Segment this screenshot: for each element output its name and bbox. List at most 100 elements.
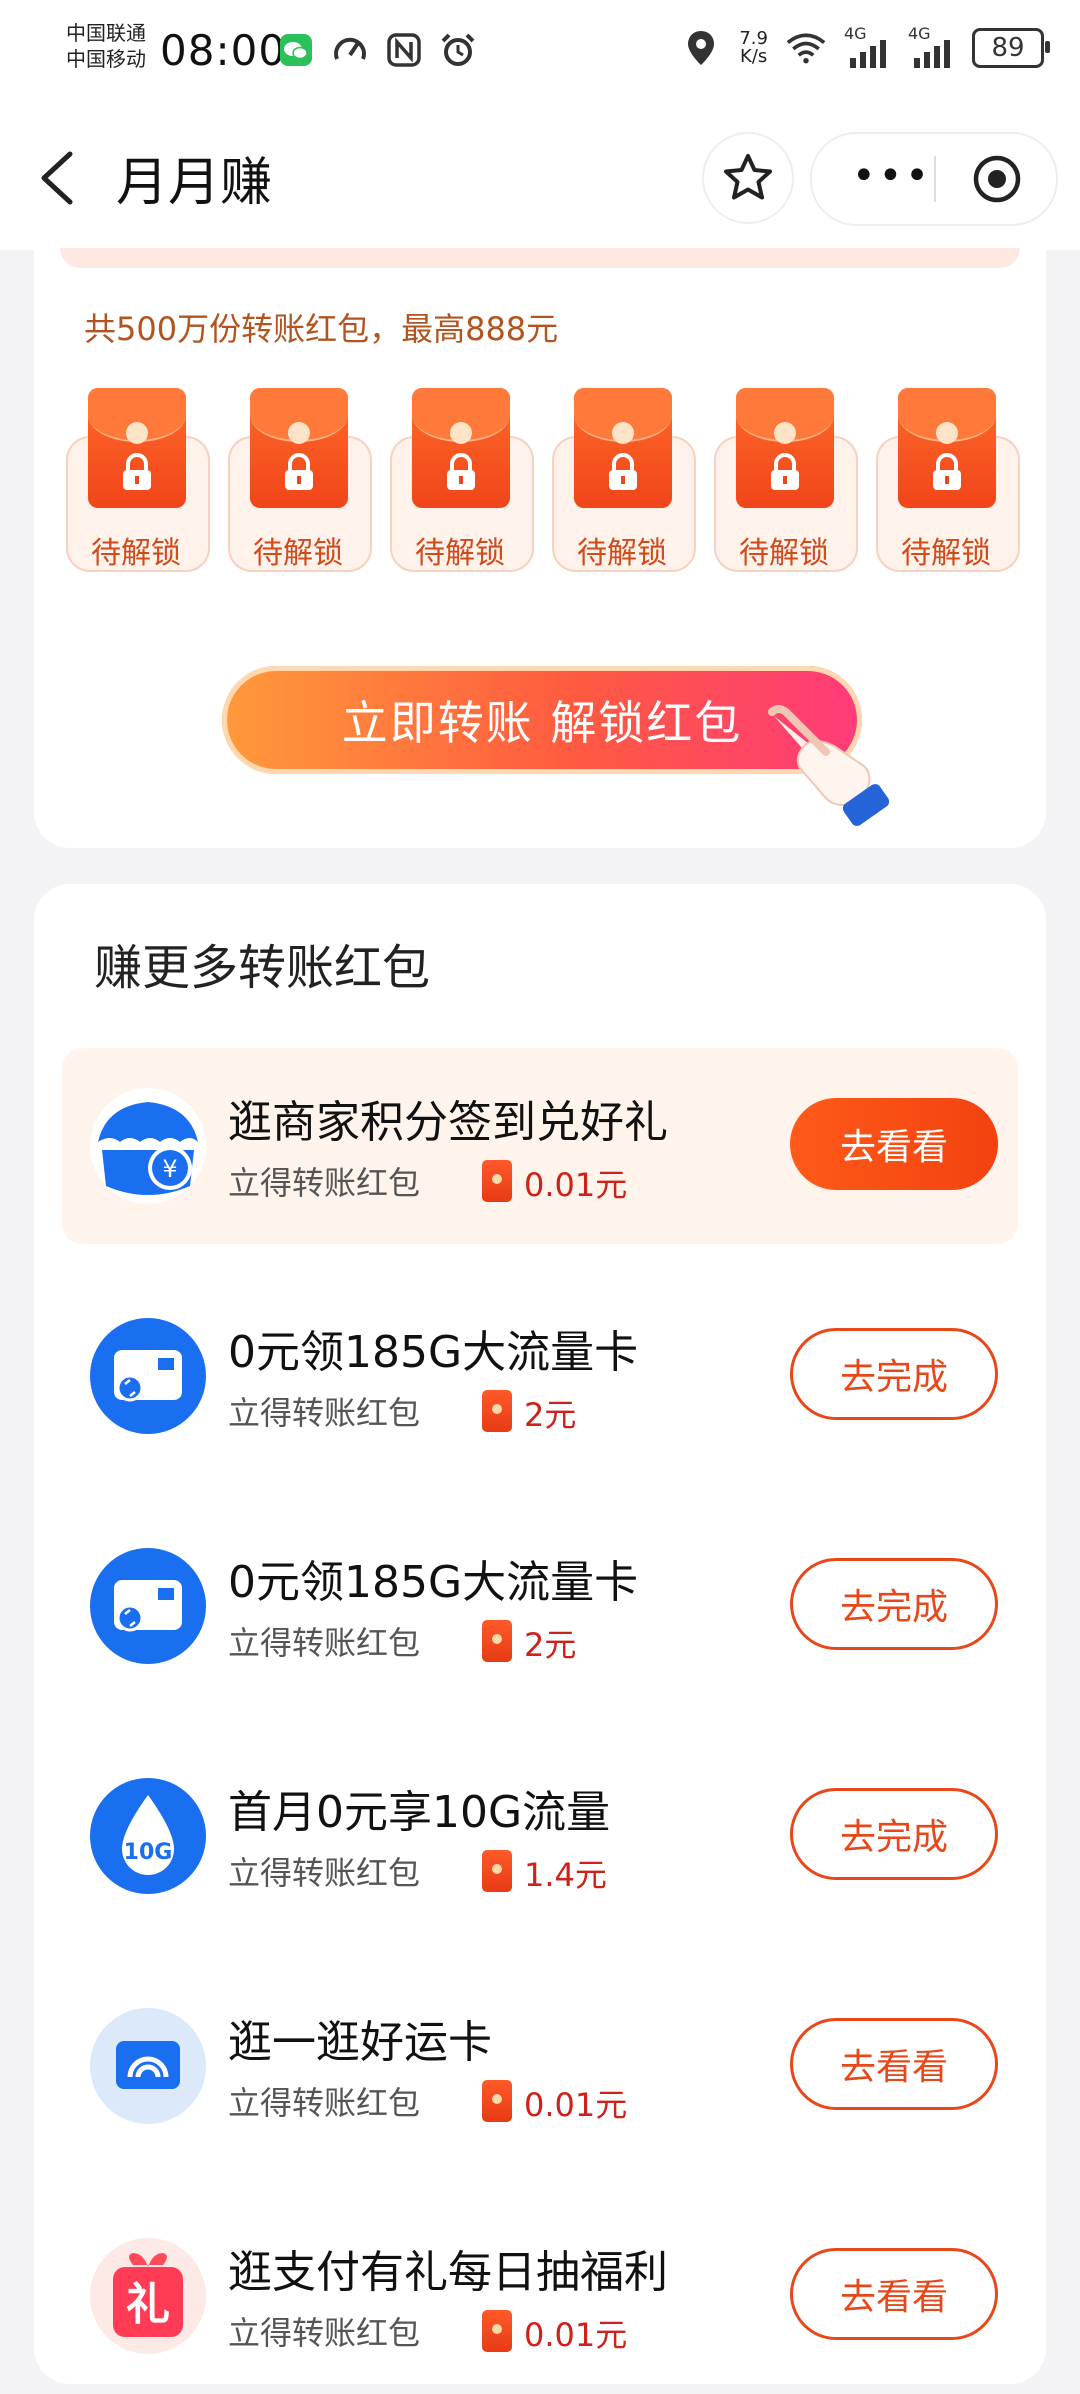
task-action-button[interactable]: 去看看 [790, 1098, 998, 1190]
packet-status-label: 待解锁 [739, 536, 829, 571]
locked-red-packet[interactable]: 待解锁 [714, 388, 858, 588]
favorite-button[interactable] [702, 132, 794, 224]
task-item: 0元领185G大流量卡 立得转账红包 2元 去完成 [62, 1508, 1018, 1704]
page-title: 月月赚 [116, 153, 273, 213]
task-item: 10G 首月0元享10G流量 立得转账红包 1.4元 去完成 [62, 1738, 1018, 1934]
lock-icon [609, 453, 637, 490]
close-miniprogram-button[interactable] [972, 154, 1022, 204]
signal-1-icon: 4G [844, 24, 890, 68]
red-packet-icon [482, 2310, 512, 2352]
locked-red-packet[interactable]: 待解锁 [66, 388, 210, 588]
task-subtitle: 立得转账红包 [228, 1394, 421, 1432]
wechat-icon [276, 30, 316, 70]
carrier-1: 中国联通 [66, 21, 146, 45]
gift-icon-label: 礼 [126, 2279, 170, 2330]
star-icon [724, 154, 772, 200]
lock-icon [123, 453, 151, 490]
capsule-divider [934, 156, 936, 202]
battery-indicator: 89 [972, 28, 1050, 68]
target-icon [973, 155, 1021, 203]
red-packet-icon [482, 1160, 512, 1202]
task-action-button[interactable]: 去看看 [790, 2248, 998, 2340]
merchant-umbrella-icon: ¥ [90, 1088, 206, 1204]
card-top-band [60, 248, 1020, 268]
task-action-button[interactable]: 去完成 [790, 1788, 998, 1880]
red-packet-icon [482, 1390, 512, 1432]
data-drop-icon: 10G [90, 1778, 206, 1894]
sim-card-icon [90, 1318, 206, 1434]
clock: 08:00 [160, 26, 287, 75]
task-reward-amount: 1.4元 [524, 1856, 607, 1894]
task-name: 逛一逛好运卡 [228, 2017, 492, 2068]
task-subtitle: 立得转账红包 [228, 2084, 421, 2122]
packet-status-label: 待解锁 [577, 536, 667, 571]
red-packet-icon [482, 1620, 512, 1662]
task-reward-amount: 0.01元 [524, 2086, 628, 2124]
wifi-icon [786, 28, 826, 68]
task-item: 礼 逛支付有礼每日抽福利 立得转账红包 0.01元 去看看 [62, 2198, 1018, 2394]
task-subtitle: 立得转账红包 [228, 1164, 421, 1202]
task-reward-amount: 0.01元 [524, 1166, 628, 1204]
locked-red-packet[interactable]: 待解锁 [228, 388, 372, 588]
carrier-2: 中国移动 [66, 47, 146, 71]
svg-text:¥: ¥ [162, 1155, 177, 1183]
title-bar: 月月赚 ••• [0, 100, 1080, 250]
locked-red-packet[interactable]: 待解锁 [876, 388, 1020, 588]
red-packet-row: 待解锁 待解锁 待解锁 待解锁 待解锁 待解锁 [66, 388, 1026, 628]
status-bar: 中国联通 中国移动 08:00 7.9 K/s 4G 4G 89 [0, 0, 1080, 100]
data-drop-label: 10G [124, 1840, 173, 1865]
mini-program-capsule: ••• [810, 132, 1058, 226]
network-speed-unit: K/s [740, 46, 768, 67]
network-speed: 7.9 K/s [739, 30, 768, 66]
packet-status-label: 待解锁 [415, 536, 505, 571]
envelope-seal [450, 422, 472, 444]
task-action-button[interactable]: 去完成 [790, 1328, 998, 1420]
envelope-seal [126, 422, 148, 444]
earn-more-card: 赚更多转账红包 ¥ 逛商家积分签到兑好礼 立得转账红包 0.01元 去看看 0元… [34, 884, 1046, 2384]
system-icons: 7.9 K/s 4G 4G 89 [681, 24, 1050, 68]
pointing-hand-icon [768, 705, 890, 826]
envelope-seal [612, 422, 634, 444]
signal-2-icon: 4G [908, 24, 954, 68]
unlock-card: 共500万份转账红包，最高888元 待解锁 待解锁 待解锁 待解锁 待解锁 待解… [34, 248, 1046, 848]
task-name: 首月0元享10G流量 [228, 1787, 611, 1838]
envelope-seal [936, 422, 958, 444]
nfc-icon [384, 30, 424, 70]
task-name: 逛商家积分签到兑好礼 [228, 1097, 668, 1148]
red-packet-icon [482, 1850, 512, 1892]
more-icon[interactable]: ••• [852, 156, 932, 196]
gift-icon: 礼 [90, 2238, 206, 2354]
envelope-seal [774, 422, 796, 444]
lock-icon [285, 453, 313, 490]
lock-icon [771, 453, 799, 490]
lucky-card-icon [90, 2008, 206, 2124]
task-item: 逛一逛好运卡 立得转账红包 0.01元 去看看 [62, 1968, 1018, 2164]
location-icon [681, 28, 721, 68]
task-subtitle: 立得转账红包 [228, 1624, 421, 1662]
notification-icons [276, 30, 478, 70]
packet-status-label: 待解锁 [901, 536, 991, 571]
envelope-seal [288, 422, 310, 444]
red-packet-icon [482, 2080, 512, 2122]
task-action-button[interactable]: 去看看 [790, 2018, 998, 2110]
task-reward-amount: 0.01元 [524, 2316, 628, 2354]
task-reward-amount: 2元 [524, 1626, 577, 1664]
task-subtitle: 立得转账红包 [228, 2314, 421, 2352]
sim-card-icon [90, 1548, 206, 1664]
task-name: 逛支付有礼每日抽福利 [228, 2247, 668, 2298]
packet-status-label: 待解锁 [91, 536, 181, 571]
task-name: 0元领185G大流量卡 [228, 1327, 639, 1378]
locked-red-packet[interactable]: 待解锁 [552, 388, 696, 588]
lock-icon [447, 453, 475, 490]
task-item: 0元领185G大流量卡 立得转账红包 2元 去完成 [62, 1278, 1018, 1474]
task-action-button[interactable]: 去完成 [790, 1558, 998, 1650]
lock-icon [933, 453, 961, 490]
locked-red-packet[interactable]: 待解锁 [390, 388, 534, 588]
unlock-subtitle: 共500万份转账红包，最高888元 [84, 310, 559, 348]
back-arrow-icon [41, 151, 73, 205]
back-button[interactable] [32, 148, 92, 208]
packet-status-label: 待解锁 [253, 536, 343, 571]
task-name: 0元领185G大流量卡 [228, 1557, 639, 1608]
task-item: ¥ 逛商家积分签到兑好礼 立得转账红包 0.01元 去看看 [62, 1048, 1018, 1244]
task-subtitle: 立得转账红包 [228, 1854, 421, 1892]
